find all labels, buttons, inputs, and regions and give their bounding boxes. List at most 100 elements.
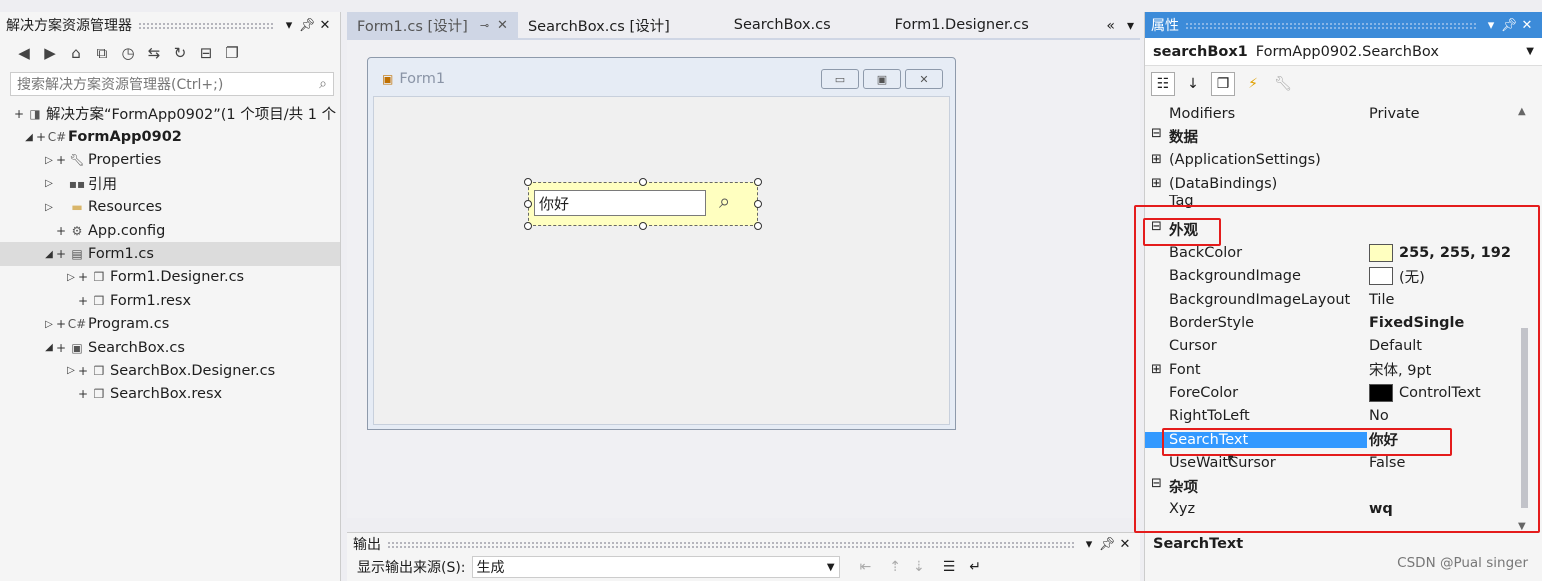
close-icon[interactable]: ✕ (1116, 537, 1134, 552)
properties-icon[interactable]: ❐ (1211, 72, 1235, 96)
collapse-all-icon[interactable]: ⊟ (196, 44, 216, 62)
find-next-icon[interactable]: ⇣ (913, 559, 925, 575)
resize-handle[interactable] (639, 222, 647, 230)
config-file-icon: ⚙︎ (71, 223, 83, 238)
pin-icon[interactable]: 📌︎ (298, 18, 316, 33)
collapsed-icon[interactable]: ▷ (42, 319, 56, 330)
property-row-app-settings[interactable]: ⊞ (ApplicationSettings) (1145, 149, 1517, 172)
resize-handle[interactable] (524, 200, 532, 208)
tree-item-searchbox-designer[interactable]: ▷ + ❒ SearchBox.Designer.cs (0, 359, 340, 382)
searchbox-control[interactable]: 你好 ⌕ (524, 178, 762, 230)
expanded-icon[interactable]: ◢ (22, 132, 36, 143)
solution-explorer-toolbar: ◀ ▶ ⌂ ⧉ ◷ ⇆ ↻ ⊟ ❐ (0, 38, 340, 68)
pin-icon[interactable]: ⊸ (480, 19, 489, 32)
object-selector[interactable]: searchBox1 FormApp0902.SearchBox ▼ (1145, 38, 1542, 66)
dropdown-icon[interactable]: ▾ (280, 18, 298, 33)
resize-handle[interactable] (639, 178, 647, 186)
tab-form1-designer-code[interactable]: Form1.Designer.cs (885, 12, 1039, 38)
tree-item-resources[interactable]: ▷ ▬ Resources (0, 196, 340, 219)
tree-item-properties[interactable]: ▷ + 🔧︎ Properties (0, 149, 340, 172)
solution-explorer-panel: 解决方案资源管理器 ▾ 📌︎ ✕ ◀ ▶ ⌂ ⧉ ◷ ⇆ ↻ ⊟ ❐ 搜索解决方… (0, 12, 341, 581)
scroll-tabs-icon[interactable]: « (1106, 18, 1115, 34)
tree-item-form1-designer[interactable]: ▷ + ❒ Form1.Designer.cs (0, 266, 340, 289)
expand-icon[interactable]: ⊞ (1151, 152, 1162, 167)
tree-item-searchbox-resx[interactable]: + ❒ SearchBox.resx (0, 383, 340, 406)
close-icon[interactable]: ✕ (1518, 18, 1536, 33)
show-all-files-icon[interactable]: ❐ (222, 44, 242, 62)
resize-handle[interactable] (754, 200, 762, 208)
close-icon[interactable]: ✕ (497, 18, 508, 33)
search-icon[interactable]: ⌕ (719, 189, 730, 213)
tree-item-program[interactable]: ▷ + C# Program.cs (0, 313, 340, 336)
searchbox-text[interactable]: 你好 (534, 190, 706, 216)
tree-item-form1[interactable]: ◢ + ▤ Form1.cs (0, 242, 340, 266)
collapsed-icon[interactable]: ▷ (64, 365, 78, 376)
refresh-icon[interactable]: ↻ (170, 44, 190, 62)
panel-grip[interactable] (387, 540, 1074, 548)
expanded-icon[interactable]: ◢ (42, 342, 56, 353)
events-icon[interactable]: ⚡︎ (1241, 72, 1265, 96)
minimize-icon[interactable]: ▭ (821, 69, 859, 89)
close-icon[interactable]: ✕ (905, 69, 943, 89)
sync-icon[interactable]: ⇆ (144, 44, 164, 62)
expanded-icon[interactable]: ◢ (42, 249, 56, 260)
property-row-databindings[interactable]: ⊞ (DataBindings) (1145, 172, 1517, 195)
tree-item-references[interactable]: ▷ ▪▪ 引用 (0, 172, 340, 195)
resize-handle[interactable] (754, 222, 762, 230)
form-title-bar: ▣ Form1 ▭ ▣ ✕ (368, 58, 955, 100)
tab-searchbox-design[interactable]: SearchBox.cs [设计] (518, 12, 680, 38)
output-source-select[interactable]: 生成 ▼ (471, 556, 840, 578)
word-wrap-icon[interactable]: ↵ (969, 559, 981, 575)
goto-prev-icon[interactable]: ⇤ (860, 559, 872, 575)
solution-search-input[interactable]: 搜索解决方案资源管理器(Ctrl+;) ⌕ (10, 72, 334, 96)
tab-list-icon[interactable]: ▾ (1127, 18, 1134, 34)
folder-icon: ▬ (71, 200, 83, 215)
maximize-icon[interactable]: ▣ (863, 69, 901, 89)
collapse-icon[interactable]: ⊟ (1151, 126, 1162, 141)
designer-form[interactable]: ▣ Form1 ▭ ▣ ✕ (367, 57, 956, 430)
tree-item-solution[interactable]: + ◨ 解决方案“FormApp0902”(1 个项目/共 1 个 (0, 102, 340, 125)
panel-grip[interactable] (1185, 21, 1476, 29)
collapsed-icon[interactable]: ▷ (64, 272, 78, 283)
tree-item-form1-resx[interactable]: + ❒ Form1.resx (0, 289, 340, 312)
collapsed-icon[interactable]: ▷ (42, 155, 56, 166)
panel-grip[interactable] (138, 21, 274, 29)
home-icon[interactable]: ⌂ (66, 44, 86, 62)
category-data[interactable]: ⊟ 数据 (1145, 125, 1517, 148)
tab-form1-design[interactable]: Form1.cs [设计] ⊸ ✕ (347, 12, 518, 38)
pin-icon[interactable]: 📌︎ (1500, 18, 1518, 33)
form-client-area[interactable] (373, 96, 950, 425)
categorized-icon[interactable]: ☷ (1151, 72, 1175, 96)
tree-item-project[interactable]: ◢ + C# FormApp0902 (0, 125, 340, 148)
tree-item-searchbox[interactable]: ◢ + ▣ SearchBox.cs (0, 336, 340, 359)
resx-file-icon: ❒ (93, 387, 105, 402)
resize-handle[interactable] (524, 222, 532, 230)
pin-icon[interactable]: 📌︎ (1098, 537, 1116, 552)
dropdown-icon[interactable]: ▾ (1482, 18, 1500, 33)
highlight-box-appearance-section (1134, 205, 1540, 533)
switch-views-icon[interactable]: ⧉ (92, 44, 112, 62)
close-icon[interactable]: ✕ (316, 18, 334, 33)
property-row-modifiers[interactable]: Modifiers Private (1145, 102, 1517, 125)
property-pages-icon[interactable]: 🔧︎ (1271, 72, 1295, 96)
history-icon[interactable]: ◷ (118, 44, 138, 62)
tab-searchbox-code[interactable]: SearchBox.cs (724, 12, 841, 38)
object-type: FormApp0902.SearchBox (1255, 43, 1439, 60)
alphabetical-icon[interactable]: ↓ (1181, 72, 1205, 96)
resize-handle[interactable] (524, 178, 532, 186)
back-icon[interactable]: ◀ (14, 44, 34, 62)
resize-handle[interactable] (754, 178, 762, 186)
forward-icon[interactable]: ▶ (40, 44, 60, 62)
output-header: 输出 ▾ 📌︎ ✕ (347, 533, 1140, 555)
collapsed-icon[interactable]: ▷ (42, 178, 56, 189)
output-source-row: 显示输出来源(S): 生成 ▼ ⇤ ⇡ ⇣ ☰ ↵ (347, 555, 1140, 579)
find-prev-icon[interactable]: ⇡ (889, 559, 901, 575)
dropdown-icon[interactable]: ▾ (1080, 537, 1098, 552)
tree-item-app-config[interactable]: + ⚙︎ App.config (0, 219, 340, 242)
expand-icon[interactable]: ⊞ (1151, 176, 1162, 191)
clear-all-icon[interactable]: ☰ (943, 559, 956, 575)
scroll-up-icon[interactable]: ▲ (1518, 106, 1526, 117)
search-icon[interactable]: ⌕ (319, 76, 327, 92)
collapsed-icon[interactable]: ▷ (42, 202, 56, 213)
solution-icon: ◨ (29, 106, 41, 121)
